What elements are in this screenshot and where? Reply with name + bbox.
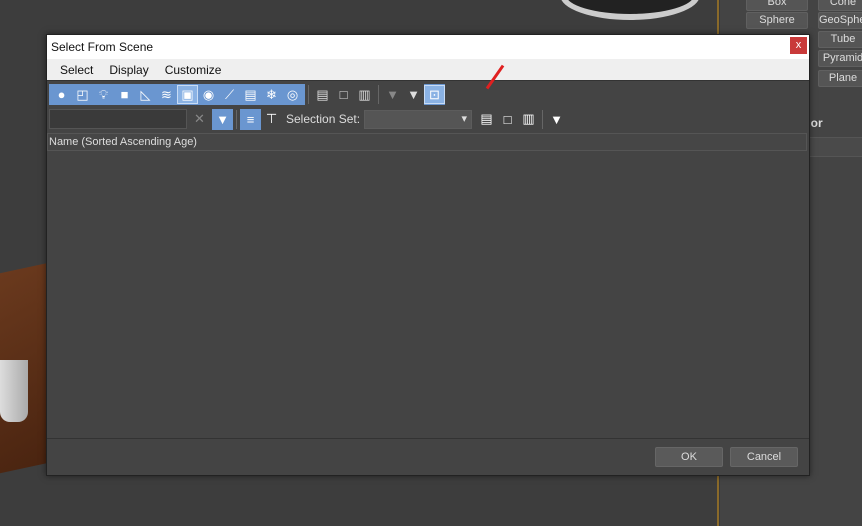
dialog-footer: OK Cancel <box>47 438 809 476</box>
scene-cylinder <box>0 360 28 422</box>
lights-icon[interactable]: 💡︎ <box>93 85 114 104</box>
geometry-icon[interactable]: ● <box>51 85 72 104</box>
bones-icon[interactable]: ⟋ <box>219 85 240 104</box>
selection-set-dropdown[interactable] <box>364 109 473 129</box>
select-none-icon[interactable]: □ <box>333 85 354 104</box>
filter-select-icon[interactable]: ▼ <box>546 110 567 129</box>
column-header-name[interactable]: Name (Sorted Ascending Age) <box>47 133 807 151</box>
invert-sel-icon[interactable]: ▥ <box>518 110 539 129</box>
selection-set-label: Selection Set: <box>286 112 361 126</box>
spacewarps-icon[interactable]: ≋ <box>156 85 177 104</box>
title-bar[interactable]: Select From Scene x <box>47 35 809 59</box>
box-button[interactable]: Box <box>746 0 808 11</box>
pyramid-button[interactable]: Pyramid <box>818 50 862 67</box>
sphere-button[interactable]: Sphere <box>746 12 808 29</box>
menu-select[interactable]: Select <box>52 59 101 80</box>
menu-customize[interactable]: Customize <box>157 59 230 80</box>
display-toolbar: ● ◰ 💡︎ ■ ◺ ≋ ▣ ◉ ⟋ ▤ ❄ ◎ ▤ □ ▥ ▼ ▼ ⊡ <box>49 84 445 105</box>
menu-bar: Select Display Customize <box>47 59 809 81</box>
layers-icon[interactable]: ≡ <box>240 110 261 129</box>
dialog-title: Select From Scene <box>51 40 154 54</box>
color-field[interactable] <box>808 137 862 157</box>
close-button[interactable]: x <box>790 37 807 54</box>
search-toolbar: ✕ ▼ ≡ ⊤ Selection Set: ▤ □ ▥ ▼ <box>49 108 567 130</box>
containers-icon[interactable]: ▤ <box>240 85 261 104</box>
display-children-icon[interactable]: ⊡ <box>424 85 445 104</box>
hierarchy-icon[interactable]: ⊤ <box>261 110 282 129</box>
shapes-icon[interactable]: ◰ <box>72 85 93 104</box>
camera-icon[interactable]: ■ <box>114 85 135 104</box>
menu-display[interactable]: Display <box>101 59 156 80</box>
cone-button[interactable]: Cone <box>818 0 862 11</box>
select-from-scene-dialog: Select From Scene x Select Display Custo… <box>46 34 810 476</box>
filter-icon[interactable]: ▼ <box>403 85 424 104</box>
select-none-sel-icon[interactable]: □ <box>497 110 518 129</box>
tube-button[interactable]: Tube <box>818 31 862 48</box>
search-input[interactable] <box>49 109 187 129</box>
xrefs-icon[interactable]: ◉ <box>198 85 219 104</box>
select-all-icon[interactable]: ▤ <box>312 85 333 104</box>
cancel-button[interactable]: Cancel <box>730 447 798 467</box>
plane-button[interactable]: Plane <box>818 70 862 87</box>
frozen-icon[interactable]: ❄ <box>261 85 282 104</box>
select-all-sel-icon[interactable]: ▤ <box>476 110 497 129</box>
helpers-icon[interactable]: ◺ <box>135 85 156 104</box>
object-list[interactable] <box>47 152 809 438</box>
groups-icon[interactable]: ▣ <box>177 85 198 104</box>
find-filter-icon[interactable]: ▼ <box>212 110 233 129</box>
hidden-icon[interactable]: ◎ <box>282 85 303 104</box>
select-invert-icon[interactable]: ▥ <box>354 85 375 104</box>
clear-search-icon[interactable]: ✕ <box>189 110 210 129</box>
filter-off-icon[interactable]: ▼ <box>382 85 403 104</box>
scene-object <box>560 0 700 20</box>
ok-button[interactable]: OK <box>655 447 723 467</box>
geosphere-button[interactable]: GeoSphere <box>818 12 862 29</box>
